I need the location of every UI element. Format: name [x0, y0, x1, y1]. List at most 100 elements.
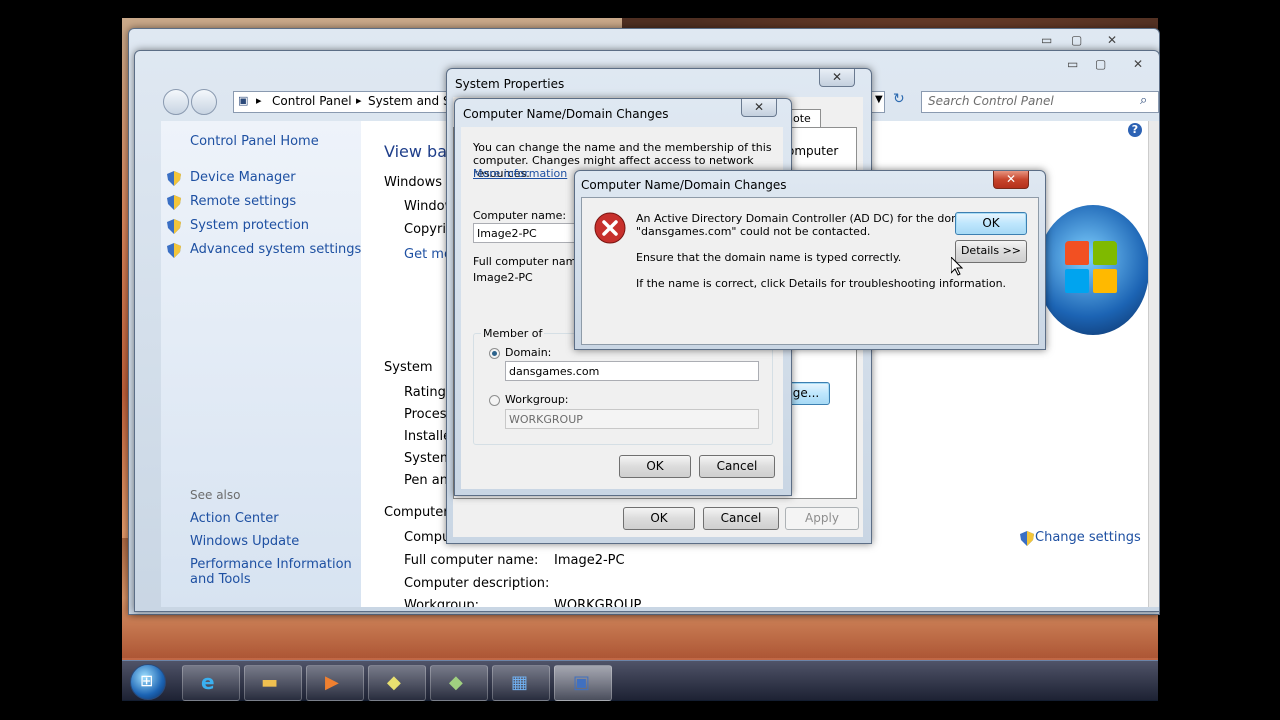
computer-row-label: Full computer name:	[404, 553, 539, 568]
breadcrumb-arrow-icon: ▸	[356, 94, 362, 107]
cancel-button[interactable]: Cancel	[703, 507, 779, 530]
logo-green	[1093, 241, 1117, 265]
taskbar-system-properties[interactable]: ▣	[554, 665, 612, 701]
close-icon: ✕	[753, 100, 765, 114]
close-button[interactable]: ✕	[993, 171, 1029, 189]
minimize-icon[interactable]: ▭	[1067, 57, 1078, 71]
sidebar-home-link[interactable]: Control Panel Home	[190, 134, 319, 149]
shield-icon	[167, 243, 181, 258]
computer-row-label: Computer description:	[404, 576, 550, 591]
app-icon: ◆	[387, 672, 401, 693]
apply-button[interactable]: Apply	[785, 507, 859, 530]
breadcrumb-control-panel[interactable]: Control Panel	[272, 94, 352, 108]
control-panel-icon: ▦	[511, 672, 529, 693]
taskbar-control-panel[interactable]: ▦	[492, 665, 550, 701]
computer-fragment: omputer	[787, 144, 839, 158]
error-icon	[594, 212, 626, 244]
taskbar-internet-explorer[interactable]: e	[182, 665, 240, 701]
control-panel-icon: ▣	[238, 94, 249, 107]
back-button[interactable]	[163, 89, 189, 115]
workgroup-input[interactable]: WORKGROUP	[505, 409, 759, 429]
name-changes-title: Computer Name/Domain Changes	[463, 107, 669, 121]
search-icon: ⌕	[1140, 93, 1148, 108]
error-dialog-body: An Active Directory Domain Controller (A…	[581, 197, 1039, 345]
domain-input[interactable]: dansgames.com	[505, 361, 759, 381]
logo-yellow	[1093, 269, 1117, 293]
sidebar-item-device-manager[interactable]: Device Manager	[190, 170, 296, 185]
see-also-windows-update[interactable]: Windows Update	[190, 534, 299, 549]
close-icon[interactable]: ✕	[1133, 57, 1143, 71]
sidebar-item-remote-settings[interactable]: Remote settings	[190, 194, 296, 209]
section-system: System	[384, 360, 433, 375]
cp-window-controls: ▭ ▢ ✕	[1067, 57, 1157, 73]
system-row: Rating:	[404, 385, 451, 400]
minimize-icon[interactable]: ▭	[1041, 33, 1052, 47]
see-also-performance[interactable]: Performance Information and Tools	[190, 557, 355, 587]
member-of-label: Member of	[481, 327, 545, 340]
full-name-value: Image2-PC	[473, 271, 533, 284]
more-information-link[interactable]: More information	[473, 167, 567, 180]
forward-button[interactable]	[191, 89, 217, 115]
windows-flag-icon: ⊞	[140, 671, 154, 690]
logo-red	[1065, 241, 1089, 265]
search-input[interactable]: Search Control Panel ⌕	[921, 91, 1159, 113]
help-icon[interactable]: ?	[1128, 123, 1142, 137]
taskbar-app-2[interactable]: ◆	[430, 665, 488, 701]
computer-row-value: WORKGROUP	[554, 598, 642, 607]
error-dialog-title: Computer Name/Domain Changes	[581, 178, 787, 192]
see-also-label: See also	[190, 488, 241, 502]
logo-blue	[1065, 269, 1089, 293]
close-button[interactable]: ✕	[819, 69, 855, 87]
sidebar-item-system-protection[interactable]: System protection	[190, 218, 309, 233]
ok-button[interactable]: OK	[623, 507, 695, 530]
close-button[interactable]: ✕	[741, 99, 777, 117]
workgroup-label: Workgroup:	[505, 393, 569, 406]
close-icon: ✕	[1005, 172, 1017, 186]
error-line-3: Ensure that the domain name is typed cor…	[636, 251, 902, 264]
details-button[interactable]: Details >>	[955, 240, 1027, 263]
shield-icon	[167, 195, 181, 210]
folder-icon: ▬	[261, 672, 279, 693]
taskbar-app-1[interactable]: ◆	[368, 665, 426, 701]
maximize-icon[interactable]: ▢	[1095, 57, 1106, 71]
shield-icon	[1020, 531, 1034, 546]
ok-button[interactable]: OK	[619, 455, 691, 478]
refresh-icon[interactable]: ↻	[893, 91, 905, 107]
windows-logo-icon	[1037, 205, 1148, 335]
computer-name-label: Computer name:	[473, 209, 567, 222]
page-title: View bas	[384, 142, 456, 161]
shield-icon	[167, 171, 181, 186]
close-icon[interactable]: ✕	[1107, 33, 1117, 47]
taskbar-explorer[interactable]: ▬	[244, 665, 302, 701]
address-dropdown-icon[interactable]: ▼	[875, 94, 883, 105]
domain-label: Domain:	[505, 346, 552, 359]
see-also-action-center[interactable]: Action Center	[190, 511, 279, 526]
error-line-1: An Active Directory Domain Controller (A…	[636, 212, 979, 225]
computer-row-value: Image2-PC	[554, 553, 625, 568]
error-line-2: "dansgames.com" could not be contacted.	[636, 225, 871, 238]
ok-button[interactable]: OK	[955, 212, 1027, 235]
domain-radio[interactable]	[489, 348, 500, 359]
start-button[interactable]: ⊞	[130, 664, 166, 700]
mouse-cursor-icon	[951, 257, 963, 276]
taskbar: ⊞ e ▬ ▶ ◆ ◆ ▦ ▣	[122, 660, 1158, 701]
workgroup-radio[interactable]	[489, 395, 500, 406]
sidebar: Control Panel Home Device Manager Remote…	[161, 121, 361, 607]
breadcrumb-arrow-icon: ▸	[256, 94, 262, 107]
sidebar-item-advanced-settings[interactable]: Advanced system settings	[190, 242, 361, 257]
change-settings-link[interactable]: Change settings	[1035, 530, 1141, 545]
app-icon: ◆	[449, 672, 463, 693]
shield-icon	[167, 219, 181, 234]
system-properties-title: System Properties	[455, 77, 565, 91]
computer-row-label: Workgroup:	[404, 598, 480, 607]
taskbar-media-player[interactable]: ▶	[306, 665, 364, 701]
close-icon: ✕	[831, 70, 843, 84]
computer-name-input[interactable]: Image2-PC	[473, 223, 583, 243]
maximize-icon[interactable]: ▢	[1071, 33, 1082, 47]
full-name-label: Full computer name:	[473, 255, 587, 268]
computer-icon: ▣	[573, 672, 591, 693]
error-dialog: Computer Name/Domain Changes ✕ An Active…	[574, 170, 1046, 350]
scrollbar[interactable]	[1148, 121, 1159, 607]
error-line-4: If the name is correct, click Details fo…	[636, 277, 1007, 290]
cancel-button[interactable]: Cancel	[699, 455, 775, 478]
